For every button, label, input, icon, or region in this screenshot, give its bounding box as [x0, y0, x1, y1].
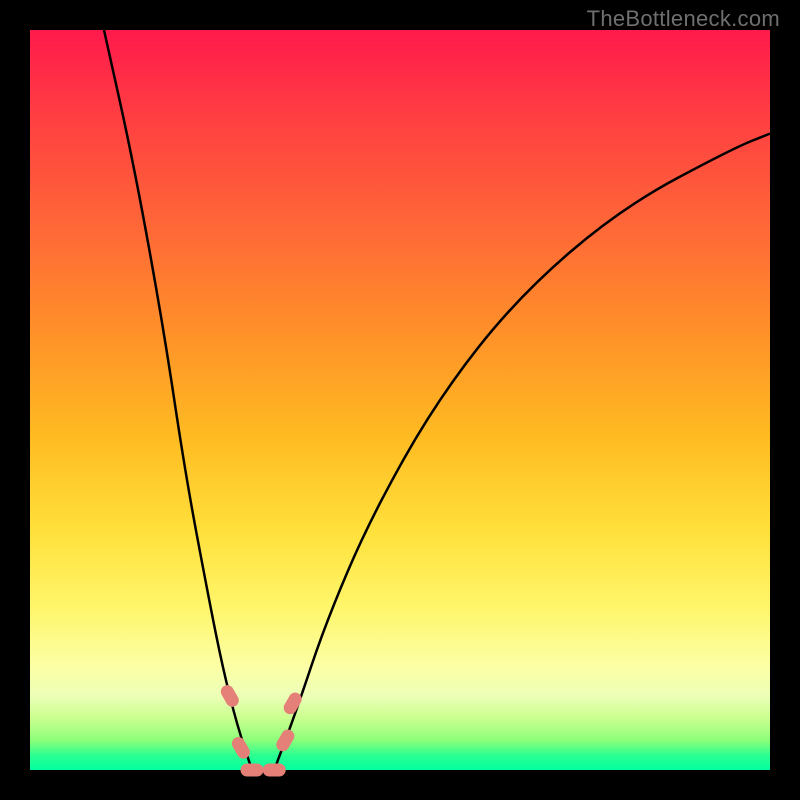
plot-area: [30, 30, 770, 770]
marker-trough-right: [263, 764, 285, 776]
watermark-text: TheBottleneck.com: [587, 6, 780, 32]
curve-left: [104, 30, 252, 770]
marker-left-upper: [219, 683, 240, 708]
marker-group: [219, 683, 303, 776]
marker-trough-left: [241, 764, 263, 776]
curve-right: [274, 134, 770, 770]
chart-frame: TheBottleneck.com: [0, 0, 800, 800]
marker-right-upper: [282, 691, 303, 716]
curve-layer: [30, 30, 770, 770]
marker-right-lower: [275, 728, 296, 753]
